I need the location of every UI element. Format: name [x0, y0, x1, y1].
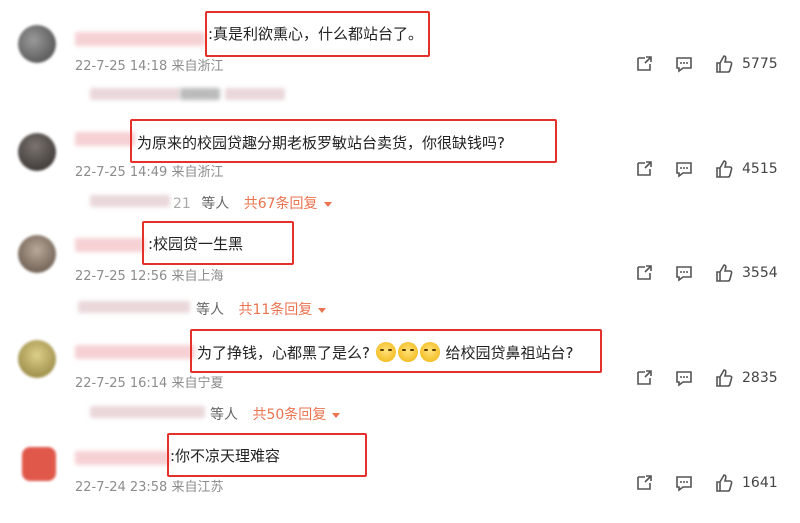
avatar[interactable]	[22, 447, 56, 481]
share-icon	[637, 161, 652, 176]
reply-blurred	[90, 406, 205, 418]
reply-summary: 等人 共11条回复	[196, 299, 327, 319]
comment-time: 22-7-25 14:18	[75, 59, 168, 74]
comment-item: :你不凉天理难容 22-7-24 23:58 来自江苏 1641	[0, 425, 800, 523]
view-replies-link[interactable]: 共50条回复	[252, 407, 326, 423]
share-icon	[637, 265, 652, 280]
comment-time: 22-7-25 12:56	[75, 269, 168, 284]
avatar[interactable]	[18, 340, 56, 378]
comment-time: 22-7-25 16:14	[75, 376, 168, 391]
emoji-icon	[419, 342, 440, 362]
reply-people: 等人	[196, 302, 224, 318]
like-count: 4515	[742, 161, 778, 177]
emoji-icon	[375, 342, 396, 362]
username-blurred	[75, 132, 135, 146]
comment-text: :你不凉天理难容	[170, 447, 281, 465]
comment-button[interactable]	[674, 473, 694, 493]
like-count: 3554	[742, 265, 778, 281]
reply-blurred	[90, 88, 180, 100]
like-count: 1641	[742, 475, 778, 491]
comment-item: :真是利欲熏心，什么都站台了。 22-7-25 14:18 来自浙江 5775	[0, 0, 800, 105]
chevron-down-icon[interactable]	[318, 307, 327, 313]
view-replies-link[interactable]: 共11条回复	[238, 302, 312, 318]
comment-item: 为了挣钱，心都黑了是么? 给校园贷鼻祖站台? 22-7-25 16:14 来自宁…	[0, 320, 800, 425]
comment-item: 为原来的校园贷趣分期老板罗敏站台卖货，你很缺钱吗? 22-7-25 14:49 …	[0, 105, 800, 215]
share-icon	[637, 475, 652, 490]
comment-icon	[676, 57, 692, 73]
chevron-down-icon[interactable]	[323, 201, 332, 207]
comment-location: 来自江苏	[171, 480, 224, 495]
comment-actions: 1641	[634, 473, 778, 493]
comment-time: 22-7-24 23:58	[75, 480, 168, 495]
comment-time: 22-7-25 14:49	[75, 165, 168, 180]
comment-text: 为了挣钱，心都黑了是么? 给校园贷鼻祖站台?	[197, 342, 574, 363]
share-icon	[637, 370, 652, 385]
comment-actions: 5775	[634, 54, 778, 74]
like-button[interactable]: 3554	[714, 263, 778, 283]
reply-summary: 21 等人 共67条回复	[173, 193, 332, 213]
comment-icon	[676, 371, 692, 387]
like-icon	[716, 55, 733, 73]
reply-blurred	[225, 88, 285, 100]
like-count: 2835	[742, 370, 778, 386]
comment-text: :校园贷一生黑	[148, 235, 244, 253]
reply-partial: 21	[173, 196, 191, 212]
comment-item: :校园贷一生黑 22-7-25 12:56 来自上海 等人 共11条回复 355…	[0, 215, 800, 320]
like-count: 5775	[742, 56, 778, 72]
comment-icon	[676, 162, 692, 178]
share-button[interactable]	[634, 263, 654, 283]
comment-location: 来自宁夏	[171, 376, 224, 391]
reply-blurred	[90, 195, 170, 207]
reply-blurred	[180, 88, 220, 100]
like-icon	[716, 369, 733, 387]
share-button[interactable]	[634, 54, 654, 74]
share-button[interactable]	[634, 473, 654, 493]
like-button[interactable]: 1641	[714, 473, 778, 493]
comment-text-part: 给校园贷鼻祖站台?	[445, 344, 574, 362]
share-icon	[637, 56, 652, 71]
comment-text: :真是利欲熏心，什么都站台了。	[208, 25, 424, 43]
reply-summary: 等人 共50条回复	[210, 404, 341, 424]
comment-actions: 3554	[634, 263, 778, 283]
like-icon	[716, 264, 733, 282]
username-blurred	[75, 32, 205, 46]
comment-actions: 2835	[634, 368, 778, 388]
reply-people: 等人	[201, 196, 230, 212]
view-replies-link[interactable]: 共67条回复	[244, 196, 318, 212]
comment-button[interactable]	[674, 54, 694, 74]
comment-location: 来自浙江	[171, 165, 224, 180]
reply-blurred	[78, 301, 190, 313]
comment-actions: 4515	[634, 159, 778, 179]
like-icon	[716, 474, 733, 492]
comment-meta: 22-7-25 14:49 来自浙江	[75, 161, 224, 180]
like-button[interactable]: 5775	[714, 54, 778, 74]
reply-people: 等人	[210, 407, 238, 423]
comment-meta: 22-7-25 12:56 来自上海	[75, 265, 224, 284]
comment-text: 为原来的校园贷趣分期老板罗敏站台卖货，你很缺钱吗?	[137, 134, 505, 152]
comment-icon	[676, 266, 692, 282]
emoji-icon	[397, 342, 418, 362]
username-blurred	[75, 345, 195, 359]
username-blurred	[75, 238, 145, 252]
share-button[interactable]	[634, 159, 654, 179]
comment-button[interactable]	[674, 263, 694, 283]
like-button[interactable]: 2835	[714, 368, 778, 388]
avatar[interactable]	[18, 235, 56, 273]
like-icon	[716, 160, 733, 178]
avatar[interactable]	[18, 133, 56, 171]
comment-meta: 22-7-25 16:14 来自宁夏	[75, 372, 224, 391]
comment-meta: 22-7-25 14:18 来自浙江	[75, 55, 224, 74]
comment-text-part: 为了挣钱，心都黑了是么?	[197, 344, 370, 362]
comment-meta: 22-7-24 23:58 来自江苏	[75, 476, 224, 495]
chevron-down-icon[interactable]	[332, 412, 341, 418]
comment-button[interactable]	[674, 368, 694, 388]
share-button[interactable]	[634, 368, 654, 388]
comment-location: 来自浙江	[171, 59, 224, 74]
comment-location: 来自上海	[171, 269, 224, 284]
like-button[interactable]: 4515	[714, 159, 778, 179]
username-blurred	[75, 451, 170, 465]
avatar[interactable]	[18, 25, 56, 63]
comment-button[interactable]	[674, 159, 694, 179]
comment-icon	[676, 476, 692, 492]
